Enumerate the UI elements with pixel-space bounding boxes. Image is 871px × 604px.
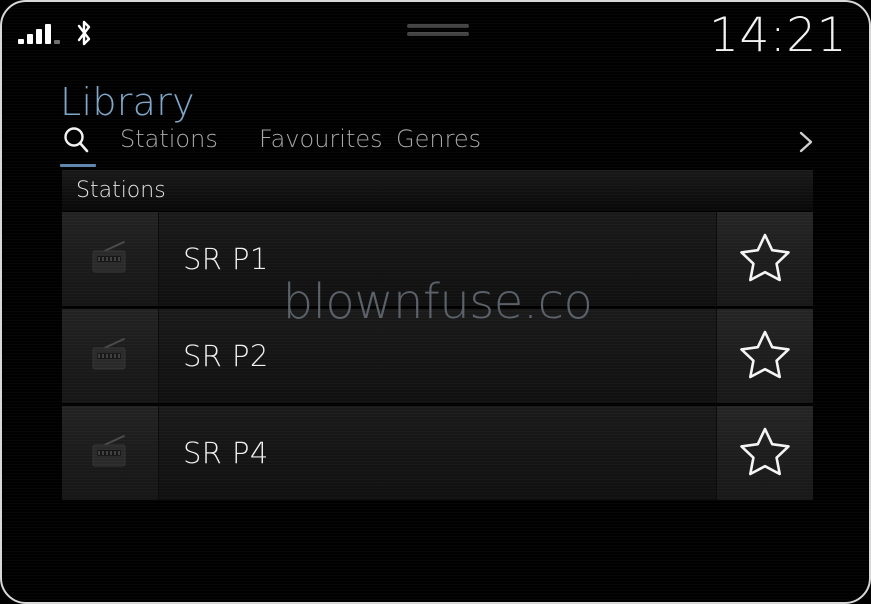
status-clock: 14:21 [709, 8, 847, 63]
tab-favourites[interactable]: Favourites [259, 124, 383, 168]
table-row[interactable]: SR P2 [62, 309, 813, 406]
table-row[interactable]: SR P1 [62, 212, 813, 309]
row-main-cell[interactable]: SR P1 [159, 212, 716, 306]
chevron-right-icon[interactable] [790, 126, 822, 158]
favorite-toggle[interactable] [716, 309, 813, 403]
tab-bar: Stations Favourites Genres [60, 124, 820, 168]
tab-genres-label: Genres [396, 125, 482, 153]
radio-icon [86, 237, 134, 282]
tab-favourites-underline [259, 164, 383, 167]
status-bar: 14:21 [2, 2, 869, 64]
station-name: SR P2 [183, 339, 269, 373]
radio-icon [86, 334, 134, 379]
favorite-toggle[interactable] [716, 212, 813, 306]
tab-genres[interactable]: Genres [396, 124, 481, 168]
tab-stations-underline [120, 164, 218, 167]
row-icon-cell [62, 309, 159, 403]
tab-genres-underline [396, 164, 481, 167]
tab-stations-label: Stations [120, 125, 218, 153]
row-main-cell[interactable]: SR P4 [159, 406, 716, 500]
tab-stations[interactable]: Stations [120, 124, 218, 168]
radio-icon [86, 431, 134, 476]
signal-bars-icon [18, 22, 66, 44]
list-header: Stations [62, 170, 813, 212]
favorite-toggle[interactable] [716, 406, 813, 500]
drag-handle-icon[interactable] [407, 24, 469, 38]
stations-list-panel: Stations SR P1 SR P2 SR P4 [62, 170, 813, 500]
tab-favourites-label: Favourites [259, 125, 383, 153]
tab-search-underline [60, 164, 96, 167]
search-icon [61, 124, 93, 156]
bluetooth-icon [72, 18, 96, 48]
row-icon-cell [62, 406, 159, 500]
row-icon-cell [62, 212, 159, 306]
table-row[interactable]: SR P4 [62, 406, 813, 500]
star-outline-icon [737, 327, 793, 386]
station-name: SR P4 [183, 436, 269, 470]
tab-search[interactable] [60, 124, 96, 168]
star-outline-icon [737, 424, 793, 483]
station-name: SR P1 [183, 242, 269, 276]
list-header-label: Stations [76, 178, 166, 203]
page-title: Library [60, 80, 195, 124]
infotainment-screen: 14:21 Library Stations Favourites Genres [0, 0, 871, 604]
star-outline-icon [737, 230, 793, 289]
row-main-cell[interactable]: SR P2 [159, 309, 716, 403]
